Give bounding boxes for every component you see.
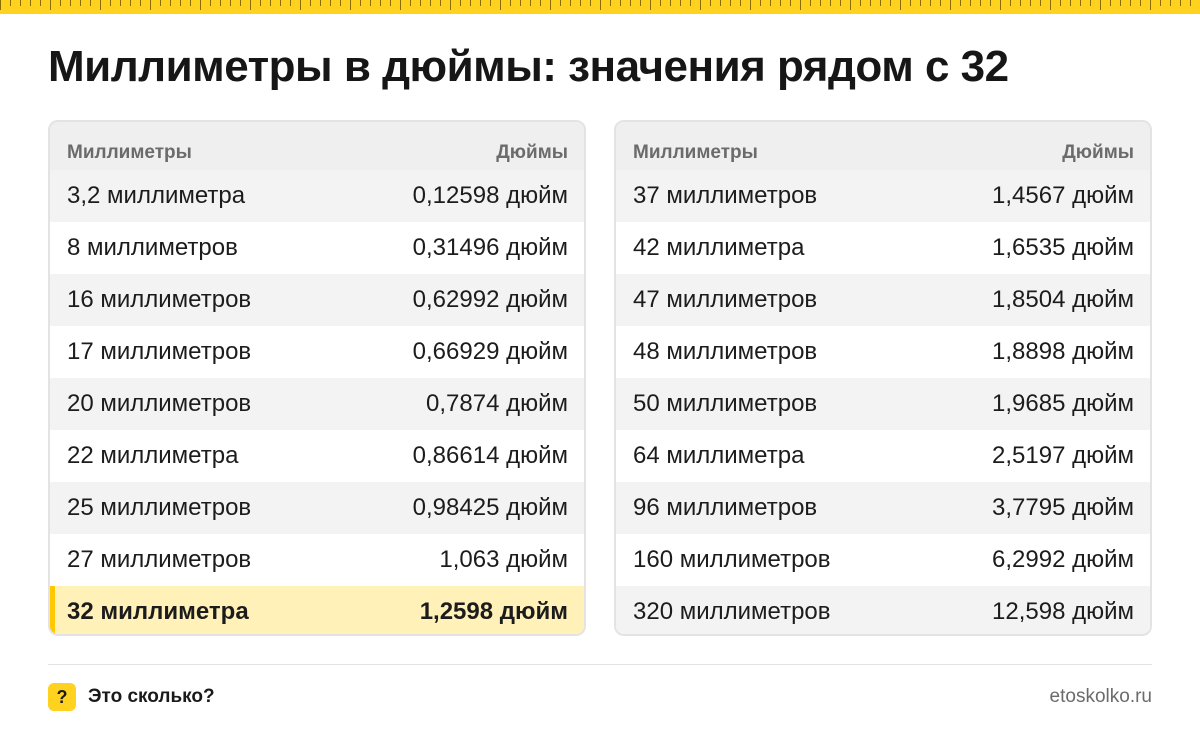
cell-mm: 160 миллиметров — [633, 546, 831, 573]
table-row: 20 миллиметров 0,7874 дюйм — [50, 378, 584, 430]
table-row: 16 миллиметров 0,62992 дюйм — [50, 274, 584, 326]
table-header: Миллиметры Дюймы — [616, 122, 1150, 170]
header-in: Дюймы — [1062, 142, 1134, 163]
cell-mm: 320 миллиметров — [633, 598, 831, 625]
cell-in: 0,62992 дюйм — [412, 286, 568, 313]
conversion-table-right: Миллиметры Дюймы 37 миллиметров 1,4567 дю… — [614, 120, 1152, 636]
cell-mm: 37 миллиметров — [633, 182, 818, 209]
table-row: 160 миллиметров 6,2992 дюйм — [616, 534, 1150, 586]
cell-mm: 48 миллиметров — [633, 338, 818, 365]
cell-in: 1,2598 дюйм — [419, 598, 568, 625]
table-row-highlighted: 32 миллиметра 1,2598 дюйм — [50, 586, 584, 634]
cell-in: 0,86614 дюйм — [412, 442, 568, 469]
cell-in: 12,598 дюйм — [992, 598, 1134, 625]
cell-mm: 47 миллиметров — [633, 286, 818, 313]
header-in: Дюймы — [496, 142, 568, 163]
table-row: 320 миллиметров 12,598 дюйм — [616, 586, 1150, 634]
cell-mm: 50 миллиметров — [633, 390, 818, 417]
table-row: 47 миллиметров 1,8504 дюйм — [616, 274, 1150, 326]
cell-in: 6,2992 дюйм — [992, 546, 1134, 573]
cell-in: 1,9685 дюйм — [992, 390, 1134, 417]
cell-in: 0,12598 дюйм — [412, 182, 568, 209]
table-row: 27 миллиметров 1,063 дюйм — [50, 534, 584, 586]
table-body: 37 миллиметров 1,4567 дюйм 42 миллиметра 1… — [616, 170, 1150, 634]
cell-mm: 25 миллиметров — [67, 494, 252, 521]
ruler-strip — [0, 0, 1200, 14]
page-title: Миллиметры в дюймы: значения рядом с 32 — [48, 42, 1009, 91]
table-body: 3,2 миллиметра 0,12598 дюйм 8 миллиметров… — [50, 170, 584, 634]
table-row: 64 миллиметра 2,5197 дюйм — [616, 430, 1150, 482]
cell-mm: 96 миллиметров — [633, 494, 818, 521]
cell-mm: 3,2 миллиметра — [67, 182, 246, 209]
table-row: 25 миллиметров 0,98425 дюйм — [50, 482, 584, 534]
site-link[interactable]: etoskolko.ru — [1050, 686, 1152, 708]
cell-mm: 42 миллиметра — [633, 234, 805, 261]
cell-mm: 27 миллиметров — [67, 546, 252, 573]
cell-in: 1,063 дюйм — [439, 546, 568, 573]
footer-divider — [48, 664, 1152, 665]
table-row: 96 миллиметров 3,7795 дюйм — [616, 482, 1150, 534]
cell-mm: 17 миллиметров — [67, 338, 252, 365]
question-icon: ? — [48, 683, 76, 711]
table-row: 48 миллиметров 1,8898 дюйм — [616, 326, 1150, 378]
conversion-table-left: Миллиметры Дюймы 3,2 миллиметра 0,12598 д… — [48, 120, 586, 636]
cell-mm: 20 миллиметров — [67, 390, 252, 417]
table-row: 22 миллиметра 0,86614 дюйм — [50, 430, 584, 482]
cell-in: 1,4567 дюйм — [992, 182, 1134, 209]
cell-mm: 32 миллиметра — [67, 598, 249, 625]
cell-in: 1,6535 дюйм — [992, 234, 1134, 261]
cell-mm: 8 миллиметров — [67, 234, 238, 261]
cell-in: 0,98425 дюйм — [412, 494, 568, 521]
brand-name: Это сколько? — [88, 686, 215, 707]
table-row: 3,2 миллиметра 0,12598 дюйм — [50, 170, 584, 222]
header-mm: Миллиметры — [633, 142, 758, 163]
table-row: 42 миллиметра 1,6535 дюйм — [616, 222, 1150, 274]
ruler-major-ticks — [0, 0, 1200, 10]
header-mm: Миллиметры — [67, 142, 192, 163]
cell-in: 3,7795 дюйм — [992, 494, 1134, 521]
cell-mm: 64 миллиметра — [633, 442, 805, 469]
cell-in: 0,7874 дюйм — [426, 390, 568, 417]
cell-in: 1,8504 дюйм — [992, 286, 1134, 313]
cell-mm: 16 миллиметров — [67, 286, 252, 313]
table-row: 50 миллиметров 1,9685 дюйм — [616, 378, 1150, 430]
cell-in: 1,8898 дюйм — [992, 338, 1134, 365]
table-row: 17 миллиметров 0,66929 дюйм — [50, 326, 584, 378]
cell-in: 0,31496 дюйм — [412, 234, 568, 261]
cell-in: 0,66929 дюйм — [412, 338, 568, 365]
table-row: 8 миллиметров 0,31496 дюйм — [50, 222, 584, 274]
cell-mm: 22 миллиметра — [67, 442, 239, 469]
cell-in: 2,5197 дюйм — [992, 442, 1134, 469]
table-row: 37 миллиметров 1,4567 дюйм — [616, 170, 1150, 222]
table-header: Миллиметры Дюймы — [50, 122, 584, 170]
